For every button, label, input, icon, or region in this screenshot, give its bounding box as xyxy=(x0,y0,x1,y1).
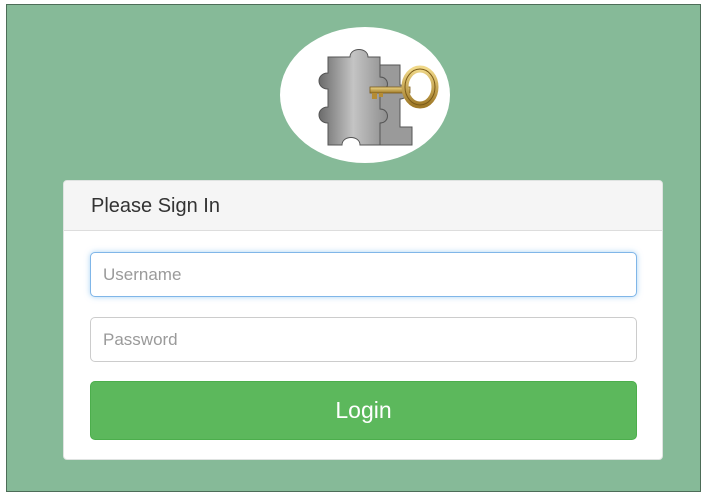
puzzle-key-icon xyxy=(280,27,450,163)
panel-heading: Please Sign In xyxy=(64,181,662,231)
password-input[interactable] xyxy=(90,317,637,362)
login-button[interactable]: Login xyxy=(90,381,637,440)
username-input[interactable] xyxy=(90,252,637,297)
login-page: Please Sign In Login xyxy=(6,4,701,492)
login-panel: Please Sign In Login xyxy=(63,180,663,460)
